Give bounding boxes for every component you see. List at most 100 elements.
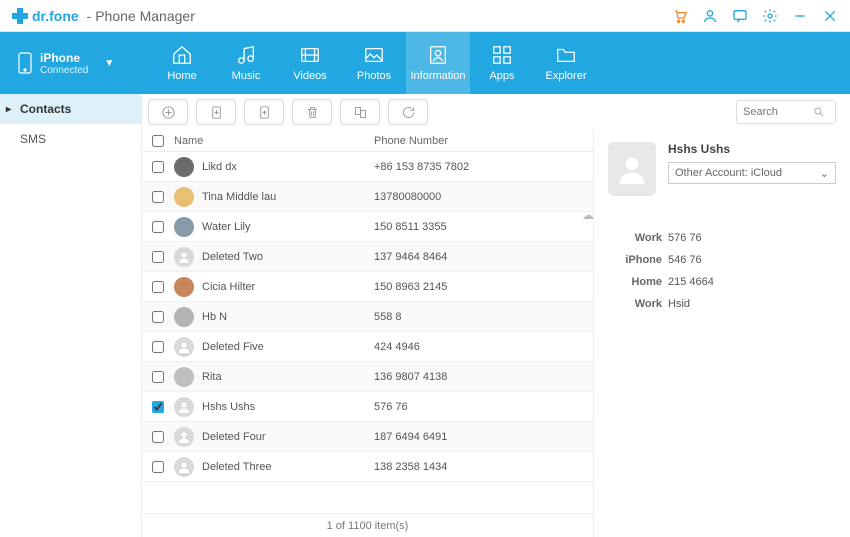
refresh-button[interactable] [388, 99, 428, 125]
tab-explorer[interactable]: Explorer [534, 32, 598, 94]
row-checkbox[interactable] [152, 311, 164, 323]
chevron-down-icon: ▼ [104, 58, 114, 69]
main-toolbar: iPhone Connected ▼ Home Music Videos Pho… [0, 32, 850, 94]
row-checkbox[interactable] [152, 371, 164, 383]
row-checkbox[interactable] [152, 191, 164, 203]
folder-icon [555, 44, 577, 66]
tab-label: Explorer [546, 70, 587, 82]
row-name: Tina Middle lau [202, 191, 276, 203]
row-phone: 150 8511 3355 [374, 221, 593, 233]
phone-icon [18, 52, 32, 74]
search-input[interactable] [743, 106, 813, 118]
row-phone: 576 76 [374, 401, 593, 413]
merge-button[interactable] [340, 99, 380, 125]
cross-icon [12, 8, 28, 24]
row-phone: 558 8 [374, 311, 593, 323]
search-box[interactable] [736, 100, 836, 124]
row-name: Deleted Three [202, 461, 272, 473]
import-button[interactable] [196, 99, 236, 125]
header-phone[interactable]: Phone Number [374, 135, 593, 147]
avatar [174, 397, 194, 417]
row-checkbox[interactable] [152, 221, 164, 233]
avatar [174, 307, 194, 327]
tab-label: Information [410, 70, 465, 82]
table-row[interactable]: Deleted Three 138 2358 1434 [142, 452, 593, 482]
table-row[interactable]: Tina Middle lau13780080000 [142, 182, 593, 212]
titlebar-icons [672, 8, 838, 24]
row-name: Rita [202, 371, 222, 383]
table-row[interactable]: Hb N558 8 [142, 302, 593, 332]
table-row[interactable]: Hshs Ushs576 76 [142, 392, 593, 422]
table-row[interactable]: Likd dx +86 153 8735 7802 [142, 152, 593, 182]
field-value: 546 76 [668, 254, 836, 266]
select-all-checkbox[interactable] [152, 135, 164, 147]
row-checkbox[interactable] [152, 341, 164, 353]
tab-music[interactable]: Music [214, 32, 278, 94]
row-name: Likd dx [202, 161, 237, 173]
table-row[interactable]: Deleted Two137 9464 8464 [142, 242, 593, 272]
gear-icon[interactable] [762, 8, 778, 24]
user-icon[interactable] [702, 8, 718, 24]
field-label: Work [608, 232, 662, 244]
avatar [174, 337, 194, 357]
feedback-icon[interactable] [732, 8, 748, 24]
row-phone: 150 8963 2145 [374, 281, 593, 293]
row-checkbox[interactable] [152, 281, 164, 293]
tab-apps[interactable]: Apps [470, 32, 534, 94]
field-value: 215 4664 [668, 276, 836, 288]
app-logo: dr.fone [12, 8, 79, 24]
account-label: Other Account: iCloud [675, 167, 782, 179]
minimize-icon[interactable] [792, 8, 808, 24]
sidebar-item-contacts[interactable]: Contacts [0, 94, 141, 124]
export-button[interactable] [244, 99, 284, 125]
action-bar [142, 94, 850, 130]
row-checkbox[interactable] [152, 461, 164, 473]
photo-icon [363, 44, 385, 66]
trash-icon [305, 105, 320, 120]
table-row[interactable]: Deleted Four187 6494 6491 [142, 422, 593, 452]
contact-name: Hshs Ushs [668, 142, 836, 156]
field-label: Work [608, 298, 662, 310]
tab-videos[interactable]: Videos [278, 32, 342, 94]
chevron-down-icon: ⌄ [820, 167, 829, 180]
header-name[interactable]: Name [174, 135, 374, 147]
row-phone: 138 2358 1434 [374, 461, 593, 473]
delete-button[interactable] [292, 99, 332, 125]
close-icon[interactable] [822, 8, 838, 24]
row-phone: 187 6494 6491 [374, 431, 593, 443]
row-checkbox[interactable] [152, 401, 164, 413]
device-selector[interactable]: iPhone Connected ▼ [0, 32, 150, 94]
tab-information[interactable]: Information [406, 32, 470, 94]
import-icon [209, 105, 224, 120]
home-icon [171, 44, 193, 66]
sidebar-item-sms[interactable]: SMS [0, 124, 141, 154]
table-row[interactable]: Rita136 9807 4138 [142, 362, 593, 392]
contact-detail: Hshs Ushs Other Account: iCloud ⌄ ☁ Work… [594, 130, 850, 537]
row-name: Water Lily [202, 221, 251, 233]
tab-label: Photos [357, 70, 391, 82]
avatar [174, 367, 194, 387]
row-phone: 424 4946 [374, 341, 593, 353]
row-phone: +86 153 8735 7802 [374, 161, 593, 173]
sidebar-item-label: Contacts [20, 102, 71, 116]
device-name: iPhone [40, 51, 88, 65]
field-value: 576 76 [668, 232, 836, 244]
row-checkbox[interactable] [152, 251, 164, 263]
contact-list: Name Phone Number Likd dx +86 153 8735 78… [142, 130, 594, 537]
cart-icon[interactable] [672, 8, 688, 24]
account-selector[interactable]: Other Account: iCloud ⌄ [668, 162, 836, 184]
table-row[interactable]: Water Lily 150 8511 3355 [142, 212, 593, 242]
row-checkbox[interactable] [152, 161, 164, 173]
merge-icon [353, 105, 368, 120]
music-icon [235, 44, 257, 66]
sidebar: Contacts SMS [0, 94, 142, 537]
table-row[interactable]: Cicia Hilter150 8963 2145 [142, 272, 593, 302]
row-checkbox[interactable] [152, 431, 164, 443]
video-icon [299, 44, 321, 66]
add-button[interactable] [148, 99, 188, 125]
tab-photos[interactable]: Photos [342, 32, 406, 94]
table-row[interactable]: Deleted Five424 4946 [142, 332, 593, 362]
field-label: Home [608, 276, 662, 288]
tab-home[interactable]: Home [150, 32, 214, 94]
avatar [174, 247, 194, 267]
